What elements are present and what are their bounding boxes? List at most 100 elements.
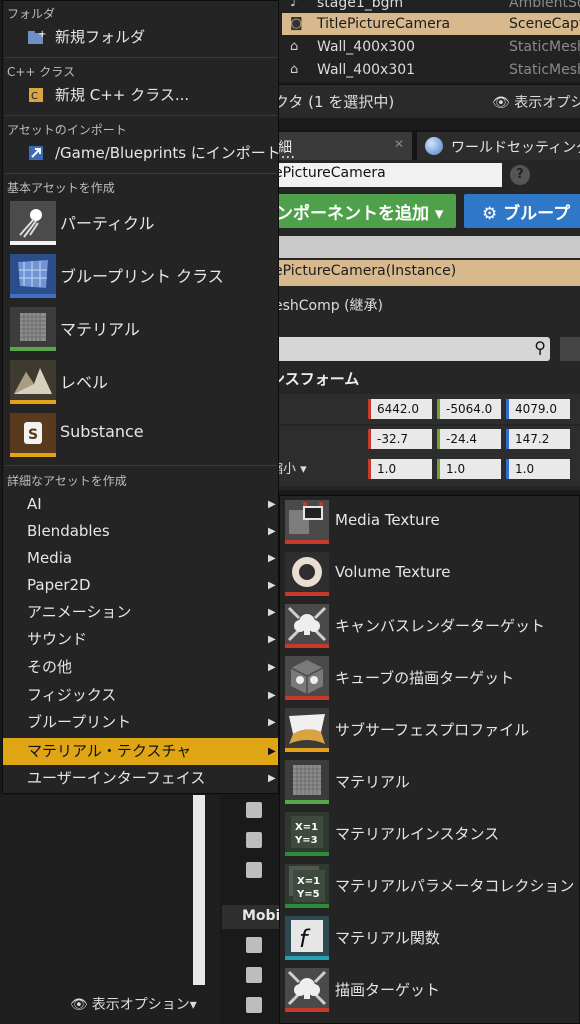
mobility-header: Mobi <box>222 905 282 929</box>
search-icon: ⚲ <box>534 338 546 357</box>
component-row-instance[interactable]: ePictureCamera(Instance) <box>270 260 580 286</box>
divider <box>5 57 277 58</box>
media-texture-icon <box>285 500 329 544</box>
section-cpp: C++ クラス <box>7 65 76 79</box>
create-material-item[interactable]: マテリアル <box>3 304 278 354</box>
chevron-right-icon: ▶ <box>268 580 276 591</box>
canvas-render-target-icon <box>285 604 329 648</box>
create-material-parameter-collection-item[interactable]: X=1 Y=5 マテリアルパラメータコレクション <box>280 861 580 913</box>
create-volume-texture-item[interactable]: Volume Texture <box>280 549 580 601</box>
submenu-materials-textures[interactable]: マテリアル・テクスチャ ▶ <box>3 738 278 765</box>
outliner-row-selected[interactable]: ◙ TitlePictureCamera SceneCapt <box>282 13 580 35</box>
create-canvas-render-target-item[interactable]: キャンバスレンダーターゲット <box>280 601 580 653</box>
submenu-misc[interactable]: その他 ▶ <box>3 654 278 681</box>
create-material-function-item[interactable]: f マテリアル関数 <box>280 913 580 965</box>
actor-name-input[interactable]: ePictureCamera <box>270 163 502 187</box>
section-basic-assets: 基本アセットを作成 <box>7 181 115 195</box>
grid-view-icon[interactable] <box>560 337 580 361</box>
particle-icon <box>10 201 56 245</box>
outliner-row[interactable]: ⌂ Wall_400x301 StaticMesh <box>282 59 580 81</box>
divider <box>5 173 277 174</box>
svg-text:Y=5: Y=5 <box>296 889 320 900</box>
view-options-button[interactable]: 👁 表示オプション▾ <box>70 994 197 1014</box>
new-cpp-class-item[interactable]: C 新規 C++ クラス... <box>3 83 278 107</box>
section-advanced-assets: 詳細なアセットを作成 <box>7 474 127 488</box>
svg-text:S: S <box>28 427 38 443</box>
chevron-right-icon: ▶ <box>268 553 276 564</box>
blueprint-button[interactable]: ⚙ ブループ <box>464 194 580 228</box>
subsurface-profile-icon <box>285 708 329 752</box>
rotation-y-field[interactable]: -24.4 <box>437 429 501 449</box>
chevron-right-icon: ▶ <box>268 499 276 510</box>
view-options-button[interactable]: 👁 表示オプシ <box>492 92 580 112</box>
submenu-physics[interactable]: フィジックス ▶ <box>3 682 278 709</box>
tab-world-settings[interactable]: ワールドセッティング <box>417 132 580 160</box>
outliner-row[interactable]: ♪ stage1_bgm AmbientSo <box>282 0 580 14</box>
rotation-z-field[interactable]: 147.2 <box>506 429 570 449</box>
scale-x-field[interactable]: 1.0 <box>368 459 432 479</box>
create-blueprint-class-item[interactable]: ブループリント クラス <box>3 251 278 301</box>
checkbox[interactable] <box>246 862 262 878</box>
render-target-icon <box>285 968 329 1012</box>
details-search-input[interactable]: ⚲ <box>270 337 550 361</box>
create-subsurface-profile-item[interactable]: サブサーフェスプロファイル <box>280 705 580 757</box>
create-material-instance-item[interactable]: X=1 Y=3 マテリアルインスタンス <box>280 809 580 861</box>
location-z-field[interactable]: 4079.0 <box>506 399 570 419</box>
checkbox[interactable] <box>246 967 262 983</box>
add-new-context-menu: フォルダ + 新規フォルダ C++ クラス C 新規 C++ クラス... アセ… <box>2 0 295 794</box>
close-icon[interactable]: ✕ <box>394 137 404 151</box>
divider <box>5 465 277 466</box>
chevron-right-icon: ▶ <box>268 746 276 757</box>
material-function-icon: f <box>285 916 329 960</box>
submenu-blendables[interactable]: Blendables ▶ <box>3 518 278 545</box>
submenu-ai[interactable]: AI ▶ <box>3 491 278 518</box>
create-material-item[interactable]: マテリアル <box>280 757 580 809</box>
material-icon <box>285 760 329 804</box>
scale-y-field[interactable]: 1.0 <box>437 459 501 479</box>
create-media-texture-item[interactable]: Media Texture <box>280 497 580 549</box>
submenu-animation[interactable]: アニメーション ▶ <box>3 599 278 626</box>
checkbox[interactable] <box>246 997 262 1013</box>
selection-status: クタ (1 を選択中) <box>274 93 395 111</box>
material-parameter-collection-icon: X=1 Y=5 <box>285 864 329 908</box>
sound-icon: ♪ <box>290 0 299 10</box>
chevron-right-icon: ▶ <box>268 773 276 784</box>
submenu-media[interactable]: Media ▶ <box>3 545 278 572</box>
submenu-blueprint[interactable]: ブループリント ▶ <box>3 709 278 736</box>
section-folder: フォルダ <box>7 7 56 21</box>
chevron-right-icon: ▶ <box>268 690 276 701</box>
chevron-right-icon: ▶ <box>268 526 276 537</box>
new-folder-item[interactable]: + 新規フォルダ <box>3 25 278 49</box>
location-y-field[interactable]: -5064.0 <box>437 399 501 419</box>
create-substance-item[interactable]: S Substance <box>3 410 278 460</box>
component-row-inherited[interactable]: eshComp (継承) <box>270 292 580 318</box>
divider <box>5 115 277 116</box>
scrollbar[interactable] <box>193 795 205 985</box>
outliner-row[interactable]: ⌂ Wall_400x300 StaticMesh <box>282 36 580 58</box>
outliner-status-bar: クタ (1 を選択中) 👁 表示オプシ <box>270 84 580 118</box>
component-search-input[interactable] <box>270 236 580 258</box>
create-render-target-item[interactable]: 描画ターゲット <box>280 965 580 1017</box>
submenu-sound[interactable]: サウンド ▶ <box>3 626 278 653</box>
import-icon <box>27 144 47 162</box>
submenu-paper2d[interactable]: Paper2D ▶ <box>3 572 278 599</box>
import-item[interactable]: /Game/Blueprints にインポート... <box>3 141 295 165</box>
details-tab-bar: 細 ✕ ワールドセッティング <box>270 130 580 160</box>
add-component-button[interactable]: ンポーネントを追加 ▾ <box>270 194 456 228</box>
location-x-field[interactable]: 6442.0 <box>368 399 432 419</box>
submenu-user-interface[interactable]: ユーザーインターフェイス ▶ <box>3 765 278 792</box>
checkbox[interactable] <box>246 832 262 848</box>
content-browser-panel <box>0 795 220 1024</box>
rotation-x-field[interactable]: -32.7 <box>368 429 432 449</box>
blueprint-icon <box>10 254 56 298</box>
checkbox[interactable] <box>246 802 262 818</box>
create-particle-item[interactable]: パーティクル <box>3 198 278 248</box>
transform-header: ンスフォーム <box>270 370 360 388</box>
help-icon[interactable]: ? <box>510 165 530 185</box>
checkbox[interactable] <box>246 937 262 953</box>
chevron-right-icon: ▶ <box>268 717 276 728</box>
create-level-item[interactable]: レベル <box>3 357 278 407</box>
create-cube-render-target-item[interactable]: キューブの描画ターゲット <box>280 653 580 705</box>
scale-z-field[interactable]: 1.0 <box>506 459 570 479</box>
level-icon <box>10 360 56 404</box>
